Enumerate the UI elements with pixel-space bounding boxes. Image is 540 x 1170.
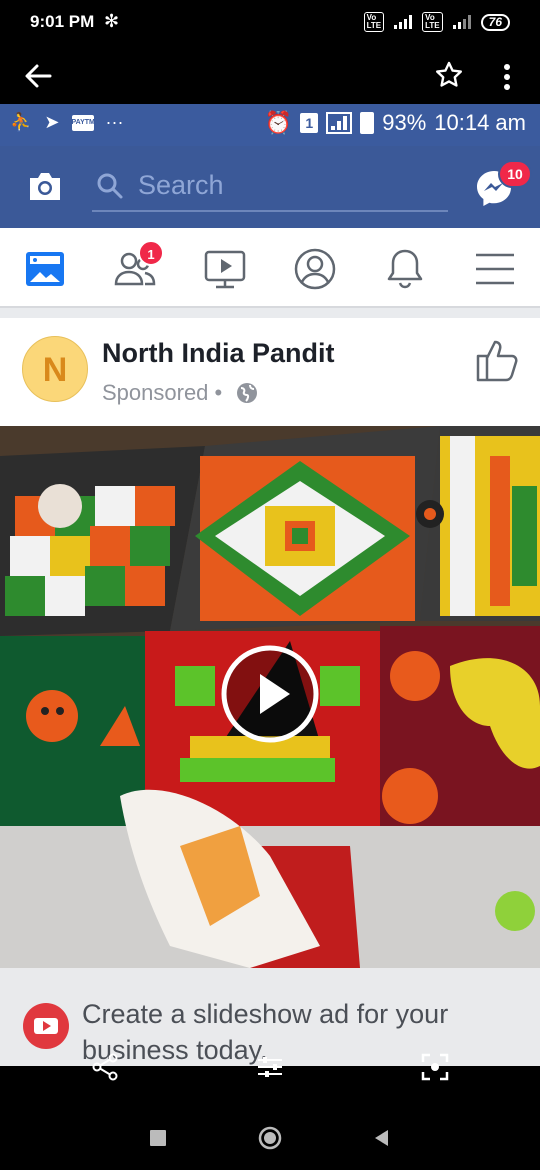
page-avatar[interactable]: N (22, 336, 88, 402)
edit-adjust-icon[interactable] (255, 1052, 285, 1082)
inner-status-bar: ⛹ ➤ PAYTM ··· ⏰ 1 93% 10:14 am (0, 104, 540, 146)
volte-icon: Vo LTE (363, 12, 385, 32)
star-icon[interactable] (434, 60, 464, 90)
globe-icon (237, 383, 257, 403)
messenger-badge: 10 (498, 160, 532, 188)
volte-icon-2: Vo LTE (422, 12, 443, 32)
add-user-icon: ⛹ (10, 112, 33, 132)
send-icon: ➤ (44, 112, 60, 132)
facebook-nav-bar (0, 228, 540, 308)
share-icon[interactable] (90, 1052, 120, 1082)
video-thumbnail[interactable] (0, 426, 540, 968)
search-placeholder: Search (138, 170, 224, 200)
sponsored-label: Sponsored • (102, 380, 222, 406)
paytm-icon: PAYTM (71, 114, 95, 131)
more-options-icon[interactable] (497, 62, 517, 92)
viewer-toolbar (0, 48, 540, 104)
rangoli-board-1 (5, 484, 175, 616)
android-nav-bar (0, 1106, 540, 1170)
home-button[interactable] (258, 1126, 282, 1150)
search-icon (97, 173, 123, 199)
viewer-actions (0, 1048, 540, 1088)
watch-icon[interactable] (202, 246, 248, 292)
feed-divider (0, 308, 540, 318)
separator-dot: • (214, 380, 223, 405)
video-play-icon (23, 1003, 69, 1049)
menu-icon[interactable] (472, 246, 518, 292)
overflow-dots: ··· (105, 112, 124, 132)
post-header: N North India Pandit Sponsored • (0, 318, 540, 426)
inner-signal-icon (326, 112, 353, 134)
inner-battery-icon (360, 112, 375, 134)
friends-badge: 1 (138, 240, 164, 266)
sponsored-text: Sponsored (102, 380, 209, 405)
status-time: 9:01 PM (30, 12, 95, 31)
play-button-icon[interactable] (220, 644, 320, 744)
search-input[interactable]: Search (92, 160, 448, 212)
camera-icon[interactable] (26, 168, 64, 204)
page-name[interactable]: North India Pandit (102, 338, 335, 369)
status-indicators: Vo LTE Vo LTE 76 (363, 12, 510, 32)
signal-icon (394, 15, 413, 29)
inner-battery-pct: 93% (382, 110, 427, 135)
fan-icon: ✻ (104, 11, 120, 31)
profile-icon[interactable] (292, 246, 338, 292)
lens-scan-icon[interactable] (420, 1052, 450, 1082)
alarm-icon: ⏰ (264, 110, 293, 135)
inner-time: 10:14 am (434, 110, 526, 135)
battery-indicator: 76 (480, 13, 510, 31)
recents-button[interactable] (150, 1130, 166, 1146)
news-feed-icon[interactable] (22, 246, 68, 292)
sim-icon: 1 (300, 113, 319, 133)
system-status-bar: 9:01 PM ✻ Vo LTE Vo LTE 76 (0, 0, 540, 48)
notifications-bell-icon[interactable] (382, 246, 428, 292)
rangoli-board-2 (195, 456, 415, 621)
back-arrow-icon[interactable] (24, 62, 52, 90)
signal-icon-2 (452, 15, 471, 29)
back-button[interactable] (372, 1128, 390, 1148)
facebook-header: Search 10 (0, 146, 540, 228)
like-icon[interactable] (474, 338, 524, 382)
screenshot-image: ⛹ ➤ PAYTM ··· ⏰ 1 93% 10:14 am Search 10… (0, 104, 540, 1066)
